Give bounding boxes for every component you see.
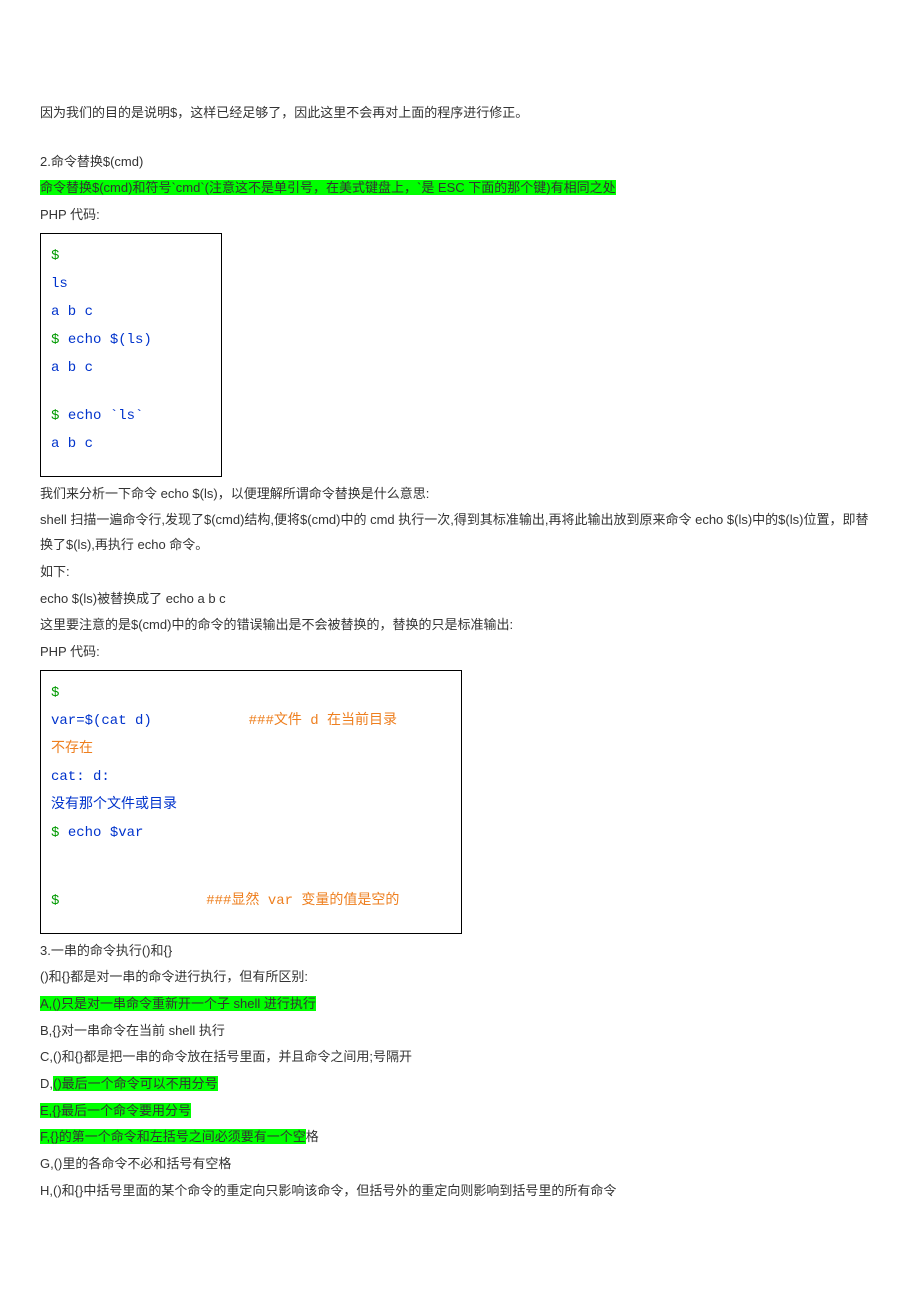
code-line: $ echo $(ls) bbox=[51, 326, 211, 354]
code-blank-line bbox=[51, 382, 211, 402]
list-item-e: E,{}最后一个命令要用分号 bbox=[40, 1098, 880, 1125]
highlight-text: ()最后一个命令可以不用分号 bbox=[53, 1076, 218, 1091]
highlight-text: A,()只是对一串命令重新开一个子 shell 进行执行 bbox=[40, 996, 316, 1011]
spacer bbox=[40, 127, 880, 149]
heading-section-2: 2.命令替换$(cmd) bbox=[40, 149, 880, 176]
paragraph-intro: 因为我们的目的是说明$，这样已经足够了，因此这里不会再对上面的程序进行修正。 bbox=[40, 100, 880, 127]
paragraph-b1: ()和{}都是对一串的命令进行执行，但有所区别: bbox=[40, 964, 880, 991]
prefix-d: D, bbox=[40, 1076, 53, 1091]
code-line: var=$(cat d) ###文件 d 在当前目录 bbox=[51, 707, 451, 735]
code-line: $ echo `ls` bbox=[51, 402, 211, 430]
code-line: 不存在 bbox=[51, 735, 451, 763]
code-line: ls bbox=[51, 270, 211, 298]
list-item-g: G,()里的各命令不必和括号有空格 bbox=[40, 1151, 880, 1178]
suffix-f: 格 bbox=[306, 1129, 319, 1144]
heading-section-3: 3.一串的命令执行()和{} bbox=[40, 938, 880, 965]
highlight-line-s2: 命令替换$(cmd)和符号`cmd`(注意这不是单引号，在美式键盘上，`是 ES… bbox=[40, 175, 880, 202]
code-line: cat: d: bbox=[51, 763, 451, 791]
list-item-f: F,{}的第一个命令和左括号之间必须要有一个空格 bbox=[40, 1124, 880, 1151]
code-block-2: $ var=$(cat d) ###文件 d 在当前目录 不存在 cat: d:… bbox=[40, 670, 462, 934]
list-item-h: H,()和{}中括号里面的某个命令的重定向只影响该命令，但括号外的重定向则影响到… bbox=[40, 1178, 880, 1205]
list-item-c: C,()和{}都是把一串的命令放在括号里面，并且命令之间用;号隔开 bbox=[40, 1044, 880, 1071]
paragraph-analysis-3: 如下: bbox=[40, 559, 880, 586]
code-block-1: $ ls a b c $ echo $(ls) a b c $ echo `ls… bbox=[40, 233, 222, 477]
document-page: 因为我们的目的是说明$，这样已经足够了，因此这里不会再对上面的程序进行修正。 2… bbox=[0, 0, 920, 1264]
code-blank-line bbox=[51, 847, 451, 887]
paragraph-analysis-1: 我们来分析一下命令 echo $(ls)，以便理解所谓命令替换是什么意思: bbox=[40, 481, 880, 508]
code-line: 没有那个文件或目录 bbox=[51, 791, 451, 819]
paragraph-analysis-4: echo $(ls)被替换成了 echo a b c bbox=[40, 586, 880, 613]
php-label-1: PHP 代码: bbox=[40, 202, 880, 229]
php-label-2: PHP 代码: bbox=[40, 639, 880, 666]
list-item-d: D,()最后一个命令可以不用分号 bbox=[40, 1071, 880, 1098]
code-line: $ ###显然 var 变量的值是空的 bbox=[51, 887, 451, 915]
highlight-text: E,{}最后一个命令要用分号 bbox=[40, 1103, 191, 1118]
paragraph-analysis-2: shell 扫描一遍命令行,发现了$(cmd)结构,便将$(cmd)中的 cmd… bbox=[40, 507, 880, 558]
code-line: $ bbox=[51, 242, 211, 270]
code-line: a b c bbox=[51, 430, 211, 458]
paragraph-analysis-5: 这里要注意的是$(cmd)中的命令的错误输出是不会被替换的，替换的只是标准输出: bbox=[40, 612, 880, 639]
code-line: $ echo $var bbox=[51, 819, 451, 847]
list-item-b: B,{}对一串命令在当前 shell 执行 bbox=[40, 1018, 880, 1045]
code-line: a b c bbox=[51, 354, 211, 382]
highlight-text: 命令替换$(cmd)和符号`cmd`(注意这不是单引号，在美式键盘上，`是 ES… bbox=[40, 180, 616, 195]
list-item-a: A,()只是对一串命令重新开一个子 shell 进行执行 bbox=[40, 991, 880, 1018]
highlight-text: F,{}的第一个命令和左括号之间必须要有一个空 bbox=[40, 1129, 306, 1144]
code-line: a b c bbox=[51, 298, 211, 326]
code-line: $ bbox=[51, 679, 451, 707]
